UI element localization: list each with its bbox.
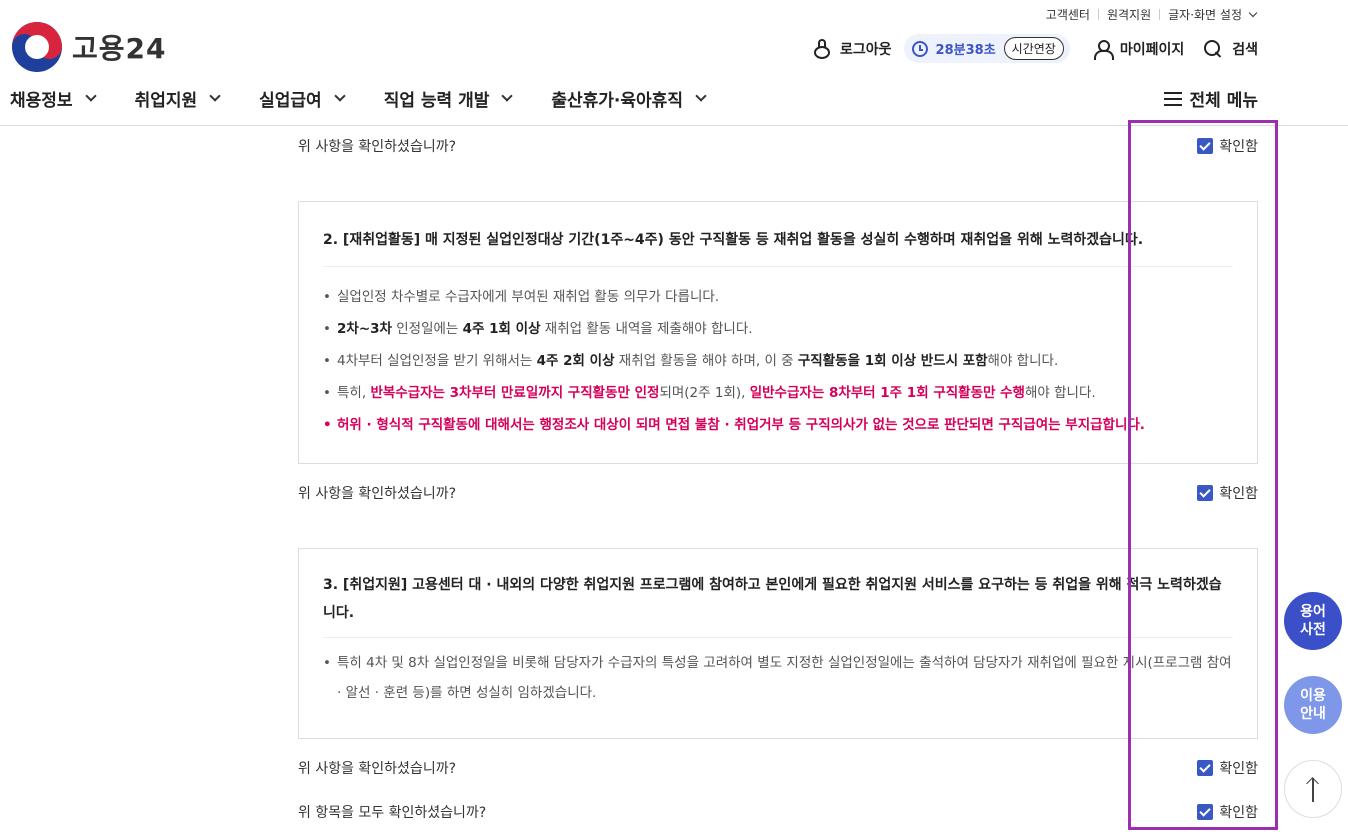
display-settings-link[interactable]: 글자·화면 설정: [1168, 6, 1242, 23]
card-bullets: 실업인정 차수별로 수급자에게 부여된 재취업 활동 의무가 다릅니다. 2차~…: [323, 267, 1233, 459]
checkbox-label: 확인함: [1219, 805, 1258, 821]
confirm-question: 위 사항을 확인하셨습니까?: [298, 761, 457, 777]
nav-item-employment-support[interactable]: 취업지원: [134, 86, 221, 111]
session-timer: 28분38초 시간연장: [903, 34, 1070, 63]
bullet-text: 반복수급자는 3차부터 만료일까지 구직활동만 인정: [370, 385, 660, 401]
bullet-text: 4주 2회 이상: [536, 353, 615, 369]
bullet-text: 해야 합니다.: [1024, 385, 1096, 401]
divider: [1159, 9, 1161, 20]
extend-time-button[interactable]: 시간연장: [1003, 37, 1064, 60]
confirm-row: 위 사항을 확인하셨습니까? 확인함: [298, 758, 1258, 778]
checkbox-checked-icon: [1197, 138, 1214, 154]
hamburger-menu-icon: [1163, 91, 1182, 106]
card-title: 3. [취업지원] 고용센터 대 · 내외의 다양한 취업지원 프로그램에 참여…: [323, 549, 1233, 638]
bullet-text: 재취업 활동을 해야 하며, 이 중: [614, 353, 798, 369]
checkbox-checked-icon: [1197, 760, 1214, 776]
timer-value: 28분38초: [935, 43, 996, 58]
list-item: 특히, 반복수급자는 3차부터 만료일까지 구직활동만 인정되며(2주 1회),…: [323, 377, 1233, 409]
bullet-text: 2차~3차: [337, 321, 392, 337]
usage-guide-button[interactable]: 이용 안내: [1284, 676, 1342, 734]
main-nav: 채용정보 취업지원 실업급여 직업 능력 개발 출산휴가·육아휴직 전체 메뉴: [10, 86, 1258, 111]
glossary-button[interactable]: 용어 사전: [1284, 592, 1342, 650]
bullet-text: 특히 4차 및 8차 실업인정일을 비롯해 담당자가 수급자의 특성을 고려하여…: [337, 655, 1232, 701]
bullet-text: 허위 · 형식적 구직활동에 대해서는 행정조사 대상이 되며 면접 불참 · …: [337, 417, 1145, 433]
mypage-label: 마이페이지: [1119, 41, 1185, 58]
chevron-down-icon: [209, 90, 221, 102]
checkbox-label: 확인함: [1219, 139, 1258, 155]
utility-bar: 고객센터 원격지원 글자·화면 설정: [1046, 6, 1258, 23]
bullet-text: 실업인정 차수별로 수급자에게 부여된 재취업 활동 의무가 다릅니다.: [337, 289, 720, 305]
checkbox-label: 확인함: [1219, 761, 1258, 777]
bullet-text: 일반수급자는 8차부터 1주 1회 구직활동만 수행: [749, 385, 1025, 401]
commitment-card-3: 3. [취업지원] 고용센터 대 · 내외의 다양한 취업지원 프로그램에 참여…: [298, 548, 1258, 739]
search-label: 검색: [1232, 41, 1258, 58]
confirm-question: 위 사항을 확인하셨습니까?: [298, 486, 457, 502]
bullet-text: 특히,: [337, 385, 371, 401]
nav-item-parental-leave[interactable]: 출산휴가·육아휴직: [551, 86, 707, 111]
arrow-up-icon: [1306, 776, 1320, 802]
confirm-row: 위 사항을 확인하셨습니까? 확인함: [298, 483, 1258, 503]
scroll-top-button[interactable]: [1284, 760, 1342, 818]
user-icon: [1093, 39, 1114, 60]
lock-icon: [814, 38, 831, 59]
nav-item-jobs[interactable]: 채용정보: [10, 86, 97, 111]
divider: [1097, 9, 1099, 20]
list-item: 특히 4차 및 8차 실업인정일을 비롯해 담당자가 수급자의 특성을 고려하여…: [323, 648, 1233, 708]
chevron-down-icon: [334, 90, 346, 102]
remote-support-link[interactable]: 원격지원: [1107, 6, 1151, 23]
search-icon: [1204, 39, 1222, 58]
logo-text: 고용24: [72, 32, 167, 65]
bullet-text: 4차부터 실업인정을 받기 위해서는: [337, 353, 537, 369]
bullet-text: 구직활동을 1회 이상 반드시 포함: [797, 353, 988, 369]
header-actions: 로그아웃 28분38초 시간연장 마이페이지 검색: [814, 34, 1258, 63]
search-button[interactable]: 검색: [1204, 39, 1258, 59]
confirm-row: 위 사항을 확인하셨습니까? 확인함: [298, 136, 1258, 156]
mypage-button[interactable]: 마이페이지: [1093, 39, 1185, 60]
nav-label: 실업급여: [259, 91, 322, 111]
checkbox-checked-icon: [1197, 804, 1214, 820]
card-title: 2. [재취업활동] 매 지정된 실업인정대상 기간(1주~4주) 동안 구직활…: [323, 202, 1233, 267]
chevron-down-icon: [695, 90, 707, 102]
list-item: 2차~3차 인정일에는 4주 1회 이상 재취업 활동 내역을 제출해야 합니다…: [323, 313, 1233, 345]
bullet-text: 되며(2주 1회),: [659, 385, 750, 401]
chevron-down-icon: [84, 90, 97, 102]
customer-center-link[interactable]: 고객센터: [1046, 6, 1090, 23]
all-menu-button[interactable]: 전체 메뉴: [1163, 86, 1258, 111]
nav-item-vocational-training[interactable]: 직업 능력 개발: [383, 86, 514, 111]
list-item: 허위 · 형식적 구직활동에 대해서는 행정조사 대상이 되며 면접 불참 · …: [323, 409, 1233, 441]
bullet-text: 4주 1회 이상: [462, 321, 541, 337]
bullet-text: 재취업 활동 내역을 제출해야 합니다.: [540, 321, 753, 337]
nav-label: 채용정보: [10, 91, 73, 111]
taegeuk-logo-icon: [12, 22, 62, 72]
nav-label: 직업 능력 개발: [383, 91, 490, 111]
nav-label: 출산휴가·육아휴직: [551, 91, 683, 111]
confirm-question: 위 사항을 확인하셨습니까?: [298, 139, 457, 155]
list-item: 실업인정 차수별로 수급자에게 부여된 재취업 활동 의무가 다릅니다.: [323, 281, 1233, 313]
card-bullets: 특히 4차 및 8차 실업인정일을 비롯해 담당자가 수급자의 특성을 고려하여…: [323, 638, 1233, 726]
nav-divider: [0, 125, 1348, 126]
all-menu-label: 전체 메뉴: [1189, 91, 1258, 111]
confirm-checkbox[interactable]: 확인함: [1197, 758, 1258, 778]
confirm-all-checkbox[interactable]: 확인함: [1197, 802, 1258, 822]
commitment-card-2: 2. [재취업활동] 매 지정된 실업인정대상 기간(1주~4주) 동안 구직활…: [298, 201, 1258, 464]
checkbox-checked-icon: [1197, 485, 1214, 501]
logout-label: 로그아웃: [840, 41, 892, 58]
list-item: 4차부터 실업인정을 받기 위해서는 4주 2회 이상 재취업 활동을 해야 하…: [323, 345, 1233, 377]
confirm-checkbox[interactable]: 확인함: [1197, 483, 1258, 503]
chevron-down-icon: [1248, 8, 1258, 17]
chevron-down-icon: [501, 90, 514, 102]
confirm-all-row: 위 항목을 모두 확인하셨습니까? 확인함: [298, 802, 1258, 822]
confirm-checkbox[interactable]: 확인함: [1197, 136, 1258, 156]
bullet-text: 해야 합니다.: [987, 353, 1059, 369]
bullet-text: 인정일에는: [391, 321, 463, 337]
confirm-all-question: 위 항목을 모두 확인하셨습니까?: [298, 805, 487, 821]
clock-icon: [911, 40, 928, 57]
nav-label: 취업지원: [134, 91, 198, 111]
nav-item-unemployment-benefit[interactable]: 실업급여: [259, 86, 346, 111]
checkbox-label: 확인함: [1219, 486, 1258, 502]
site-logo[interactable]: 고용24: [12, 22, 167, 72]
logout-button[interactable]: 로그아웃: [814, 38, 892, 59]
